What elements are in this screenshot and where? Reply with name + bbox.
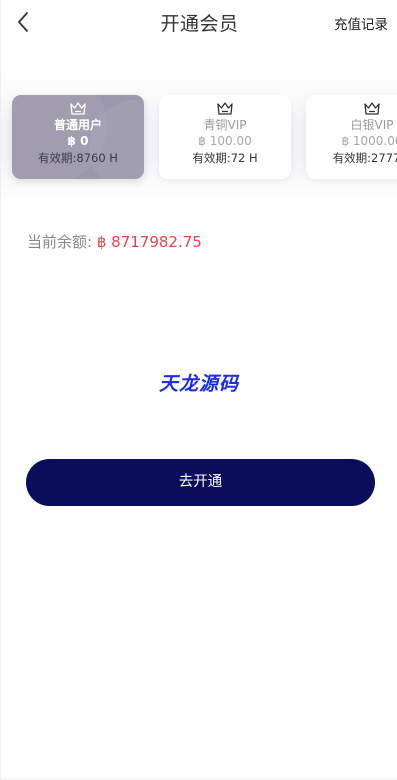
tier-price: ฿ 100.00 [198, 134, 252, 148]
tier-card-silver[interactable]: 白银VIP ฿ 1000.00 有效期:27777. [306, 95, 397, 179]
tier-card-regular[interactable]: 普通用户 ฿ 0 有效期:8760 H [12, 95, 144, 179]
crown-icon [70, 102, 86, 115]
balance-amount: ฿ 8717982.75 [96, 233, 202, 251]
current-balance: 当前余额: ฿ 8717982.75 [27, 231, 202, 252]
tier-name: 普通用户 [53, 118, 102, 132]
tier-validity: 有效期:72 H [192, 151, 258, 165]
tier-price: ฿ 1000.00 [341, 134, 397, 148]
tier-card-bronze[interactable]: 青铜VIP ฿ 100.00 有效期:72 H [159, 95, 291, 179]
tier-selector: 普通用户 ฿ 0 有效期:8760 H 青铜VIP ฿ 100.00 有效期:7… [1, 72, 397, 202]
balance-label: 当前余额: [27, 233, 93, 251]
tier-validity: 有效期:8760 H [38, 151, 118, 165]
activate-button[interactable]: 去开通 [26, 459, 375, 506]
watermark-text: 天龙源码 [158, 373, 239, 395]
tier-name: 白银VIP [350, 118, 394, 132]
header-bar: 开通会员 充值记录 [1, 0, 397, 44]
tier-validity: 有效期:27777. [332, 151, 397, 165]
crown-icon [217, 102, 233, 115]
crown-icon [364, 102, 380, 115]
tier-price: ฿ 0 [67, 134, 89, 148]
tier-name: 青铜VIP [203, 118, 247, 132]
membership-page: 开通会员 充值记录 普通用户 ฿ 0 有效期:8760 H 青铜VIP ฿ 10… [0, 0, 397, 780]
recharge-records-link[interactable]: 充值记录 [334, 13, 388, 33]
